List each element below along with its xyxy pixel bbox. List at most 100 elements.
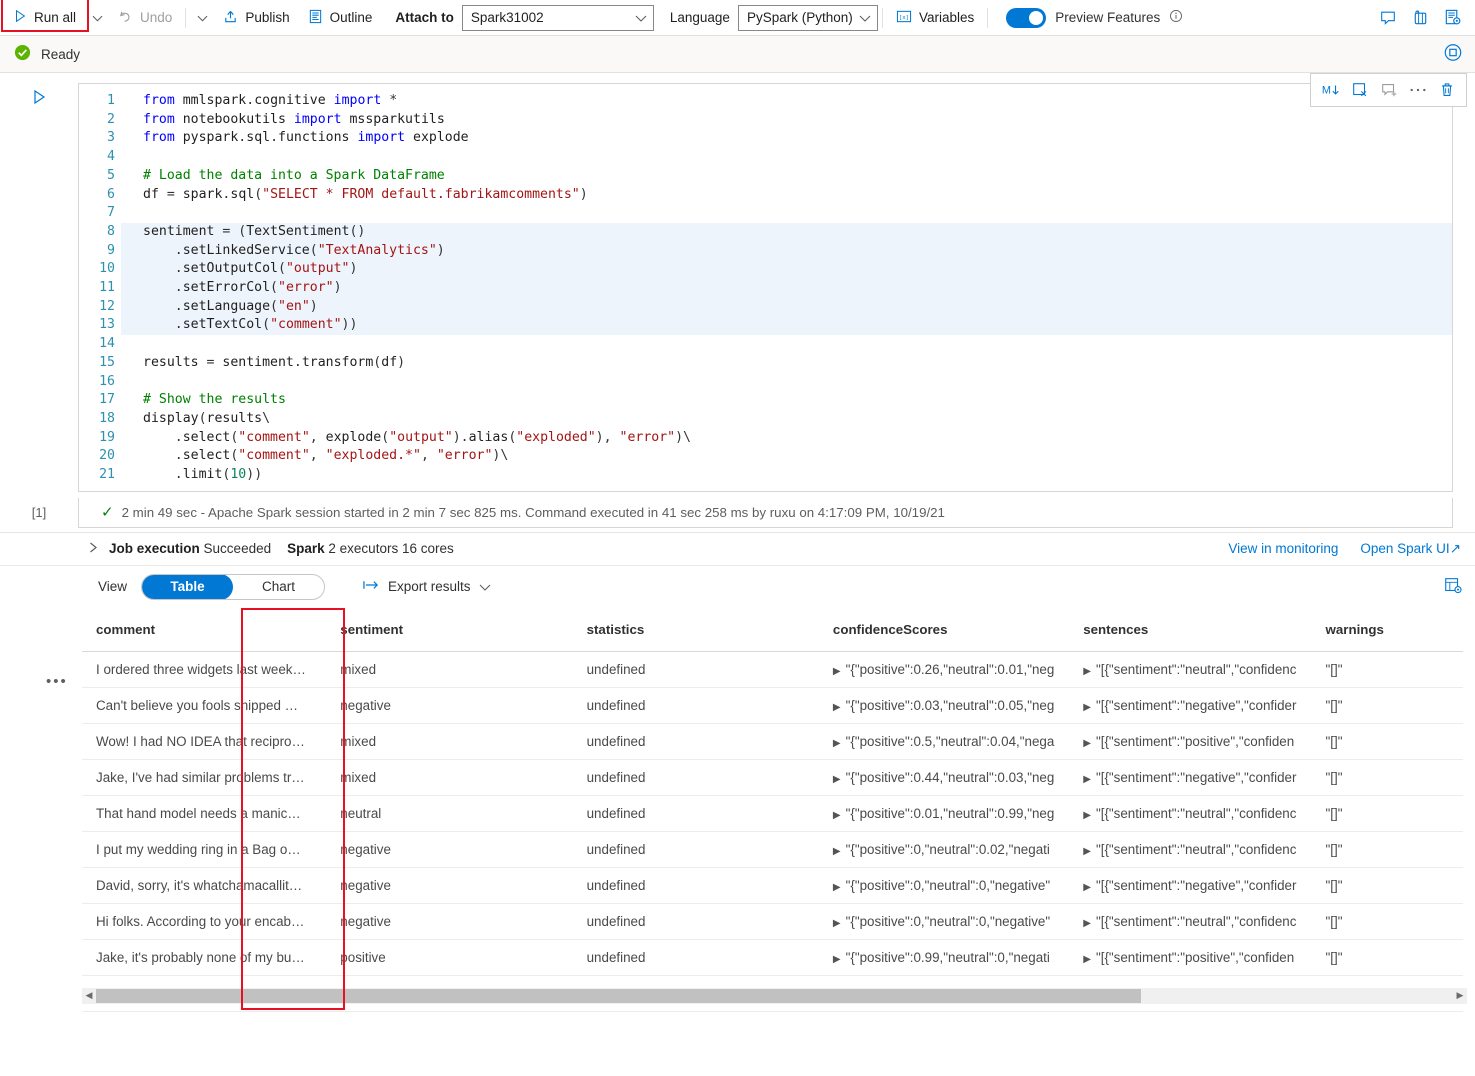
notebook-settings-icon[interactable]: [1437, 3, 1467, 33]
expand-triangle-icon[interactable]: ▶: [1083, 774, 1091, 785]
column-header-sentences[interactable]: sentences: [1069, 608, 1311, 652]
tab-chart[interactable]: Chart: [233, 575, 324, 599]
table-row[interactable]: I put my wedding ring in a Bag o…negativ…: [82, 831, 1463, 867]
delete-cell-icon[interactable]: [1433, 77, 1460, 103]
expand-triangle-icon[interactable]: ▶: [1083, 810, 1091, 821]
undo-chevron-down-icon[interactable]: [190, 4, 214, 32]
table-row[interactable]: I ordered three widgets last week…mixedu…: [82, 651, 1463, 687]
column-header-warnings[interactable]: warnings: [1312, 608, 1463, 652]
cell-sentences[interactable]: ▶"[{"sentiment":"negative","confider: [1069, 687, 1311, 723]
cell-sentences[interactable]: ▶"[{"sentiment":"positive","confiden: [1069, 939, 1311, 975]
table-row[interactable]: Hi folks. According to your encab…negati…: [82, 903, 1463, 939]
cell-confidencescores[interactable]: ▶"{"positive":0,"neutral":0,"negative": [819, 903, 1069, 939]
cell-sentences[interactable]: ▶"[{"sentiment":"neutral","confidenc: [1069, 795, 1311, 831]
preview-features-toggle[interactable]: Preview Features: [1006, 8, 1183, 28]
code-line: 6df = spark.sql("SELECT * FROM default.f…: [79, 186, 1452, 205]
cell-sentences[interactable]: ▶"[{"sentiment":"neutral","confidenc: [1069, 651, 1311, 687]
expand-triangle-icon[interactable]: ▶: [1083, 666, 1091, 677]
variables-button[interactable]: [x] Variables: [887, 4, 983, 32]
outline-label: Outline: [330, 10, 373, 25]
expand-triangle-icon[interactable]: ▶: [833, 918, 841, 929]
results-horizontal-scrollbar[interactable]: ◀ ▶: [82, 988, 1467, 1004]
tab-table[interactable]: Table: [142, 574, 233, 600]
expand-triangle-icon[interactable]: ▶: [833, 882, 841, 893]
open-spark-ui-link[interactable]: Open Spark UI↗: [1360, 541, 1461, 557]
cell-sentences[interactable]: ▶"[{"sentiment":"neutral","confidenc: [1069, 831, 1311, 867]
publish-button[interactable]: Publish: [214, 4, 298, 32]
info-icon[interactable]: [1169, 9, 1183, 26]
convert-to-markdown-icon[interactable]: M: [1317, 77, 1344, 103]
scroll-right-icon[interactable]: ▶: [1453, 990, 1467, 1001]
cell-sentences[interactable]: ▶"[{"sentiment":"neutral","confidenc: [1069, 903, 1311, 939]
code-line: 8sentiment = (TextSentiment(): [79, 223, 1452, 242]
table-row[interactable]: Jake, I've had similar problems tr…mixed…: [82, 759, 1463, 795]
scrollbar-track[interactable]: [96, 989, 1453, 1003]
expand-triangle-icon[interactable]: ▶: [1083, 702, 1091, 713]
column-header-confidencescores[interactable]: confidenceScores: [819, 608, 1069, 652]
cell-confidencescores[interactable]: ▶"{"positive":0.26,"neutral":0.01,"neg: [819, 651, 1069, 687]
attach-to-label: Attach to: [395, 10, 454, 25]
expand-job-chevron-right-icon[interactable]: [88, 541, 99, 557]
cell-confidencescores[interactable]: ▶"{"positive":0,"neutral":0.02,"negati: [819, 831, 1069, 867]
view-mode-switch[interactable]: Table Chart: [141, 574, 325, 600]
view-in-monitoring-link[interactable]: View in monitoring: [1228, 541, 1338, 557]
cell-sentiment: mixed: [326, 723, 572, 759]
cell-sentences[interactable]: ▶"[{"sentiment":"negative","confider: [1069, 759, 1311, 795]
code-editor[interactable]: 1from mmlspark.cognitive import *2from n…: [78, 83, 1453, 492]
expand-triangle-icon[interactable]: ▶: [833, 666, 841, 677]
attach-to-select[interactable]: Spark31002: [462, 5, 654, 31]
more-options-icon[interactable]: [1404, 77, 1431, 103]
cell-sentences[interactable]: ▶"[{"sentiment":"positive","confiden: [1069, 723, 1311, 759]
expand-triangle-icon[interactable]: ▶: [1083, 738, 1091, 749]
clear-output-icon[interactable]: [1346, 77, 1373, 103]
expand-triangle-icon[interactable]: ▶: [833, 738, 841, 749]
language-select[interactable]: PySpark (Python): [738, 5, 878, 31]
expand-triangle-icon[interactable]: ▶: [1083, 846, 1091, 857]
expand-triangle-icon[interactable]: ▶: [833, 810, 841, 821]
table-row[interactable]: David, sorry, it's whatchamacallit…negat…: [82, 867, 1463, 903]
column-header-comment[interactable]: comment: [82, 608, 326, 652]
run-all-button[interactable]: Run all: [4, 4, 85, 32]
cell-warnings: "[]": [1312, 759, 1463, 795]
expand-triangle-icon[interactable]: ▶: [833, 702, 841, 713]
language-value: PySpark (Python): [747, 10, 853, 25]
cell-confidencescores[interactable]: ▶"{"positive":0.01,"neutral":0.99,"neg: [819, 795, 1069, 831]
expand-triangle-icon[interactable]: ▶: [833, 774, 841, 785]
undo-button[interactable]: Undo: [109, 4, 181, 32]
column-header-sentiment[interactable]: sentiment: [326, 608, 572, 652]
line-number: 2: [79, 111, 121, 130]
table-row[interactable]: Jake, it's probably none of my bu…positi…: [82, 939, 1463, 975]
comment-icon[interactable]: [1373, 3, 1403, 33]
status-success-icon: [14, 44, 31, 64]
cell-confidencescores[interactable]: ▶"{"positive":0,"neutral":0,"negative": [819, 867, 1069, 903]
scroll-left-icon[interactable]: ◀: [82, 990, 96, 1001]
cell-confidencescores[interactable]: ▶"{"positive":0.44,"neutral":0.03,"neg: [819, 759, 1069, 795]
run-cell-icon[interactable]: [31, 89, 47, 108]
table-row[interactable]: Wow! I had NO IDEA that recipro…mixedund…: [82, 723, 1463, 759]
outline-button[interactable]: Outline: [299, 4, 382, 32]
code-line: 9 .setLinkedService("TextAnalytics"): [79, 242, 1452, 261]
expand-triangle-icon[interactable]: ▶: [1083, 954, 1091, 965]
code-line: 16: [79, 373, 1452, 392]
results-settings-icon[interactable]: [1443, 575, 1463, 598]
line-number: 20: [79, 447, 121, 466]
table-row[interactable]: That hand model needs a manic…neutralund…: [82, 795, 1463, 831]
code-line: 10 .setOutputCol("output"): [79, 260, 1452, 279]
export-results-button[interactable]: Export results: [363, 579, 491, 594]
add-comment-icon[interactable]: [1375, 77, 1402, 103]
expand-triangle-icon[interactable]: ▶: [1083, 882, 1091, 893]
expand-triangle-icon[interactable]: ▶: [1083, 918, 1091, 929]
cell-confidencescores[interactable]: ▶"{"positive":0.5,"neutral":0.04,"nega: [819, 723, 1069, 759]
toggle-switch[interactable]: [1006, 8, 1046, 28]
scrollbar-thumb[interactable]: [96, 989, 1141, 1003]
table-row[interactable]: Can't believe you fools shipped …negativ…: [82, 687, 1463, 723]
cell-confidencescores[interactable]: ▶"{"positive":0.03,"neutral":0.05,"neg: [819, 687, 1069, 723]
expand-triangle-icon[interactable]: ▶: [833, 954, 841, 965]
run-all-chevron-down-icon[interactable]: [85, 4, 109, 32]
notebook-snapshot-icon[interactable]: [1405, 3, 1435, 33]
cell-sentences[interactable]: ▶"[{"sentiment":"negative","confider: [1069, 867, 1311, 903]
focus-mode-icon[interactable]: [1443, 43, 1463, 66]
column-header-statistics[interactable]: statistics: [573, 608, 819, 652]
expand-triangle-icon[interactable]: ▶: [833, 846, 841, 857]
cell-confidencescores[interactable]: ▶"{"positive":0.99,"neutral":0,"negati: [819, 939, 1069, 975]
